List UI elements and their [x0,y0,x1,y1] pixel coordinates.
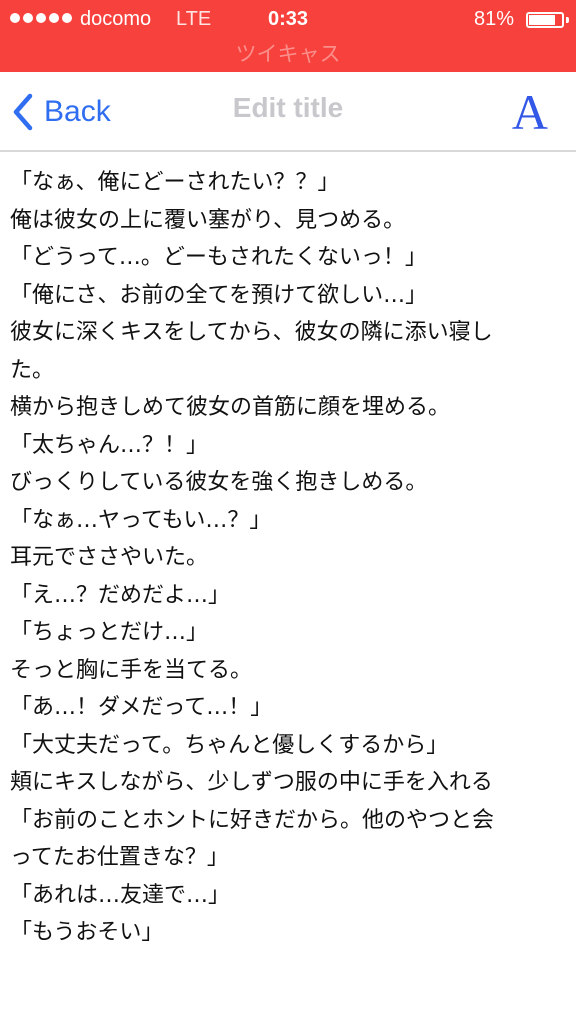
text-line: 「大丈夫だって。ちゃんと優しくするから」 [10,732,449,758]
text-line: 「どうって…。どーもされたくないっ！」 [10,245,427,270]
text-line: 「もうおそい」 [10,920,164,945]
battery-tip [566,17,569,23]
battery-fill [529,15,555,25]
text-line: そっと胸に手を当てる。 [10,657,253,683]
story-text[interactable]: 「なぁ、俺にどーされたい？？」俺は彼女の上に覆い塞がり、見つめる。 「どうって…。… [10,164,568,952]
app-name: ツイキャス [235,42,341,66]
chevron-left-icon [13,93,33,131]
text-line: 耳元でささやいた。 [10,545,209,570]
text-line: 「え…？だめだよ…」 [10,582,231,608]
screen: docomo LTE 0:33 81% ツイキャス Back Edit titl… [0,0,576,1024]
text-line: ってたお仕置きな？」 [10,845,229,870]
text-line: 「あ…！ダメだって…！」 [10,695,273,720]
navigation-bar: Back Edit title A [0,72,576,152]
text-line: 「ちょっとだけ…」 [10,620,209,645]
status-row: docomo LTE 0:33 81% [0,6,576,36]
text-line: 「お前のことホントに好きだから。他のやつと会 [10,807,495,833]
text-line: 俺は彼女の上に覆い塞がり、見つめる。 [10,207,406,233]
text-line: 「太ちゃん…？！」 [10,432,209,458]
text-line: 「なぁ、俺にどーされたい？？」 [10,170,340,195]
text-line: 「俺にさ、お前の全てを預けて欲しい…」 [10,282,428,308]
text-line: 彼女に深くキスをしてから、彼女の隣に添い寝し [10,320,493,345]
battery-icon [526,12,564,28]
text-line: 「なぁ…ヤってもい…？」 [10,507,272,533]
text-line: びっくりしている彼女を強く抱きしめる。 [10,470,428,495]
text-line: 「あれは…友達で…」 [10,882,231,908]
status-bar: docomo LTE 0:33 81% ツイキャス [0,0,576,72]
font-size-button[interactable]: A [512,82,548,142]
back-label: Back [44,95,111,128]
text-line: 横から抱きしめて彼女の首筋に顔を埋める。 [10,395,451,420]
battery-percent: 81% [473,8,514,30]
text-line: た。 [10,357,55,383]
text-line: 頬にキスしながら、少しずつ服の中に手を入れる [10,770,493,795]
back-button[interactable]: Back [12,90,111,134]
